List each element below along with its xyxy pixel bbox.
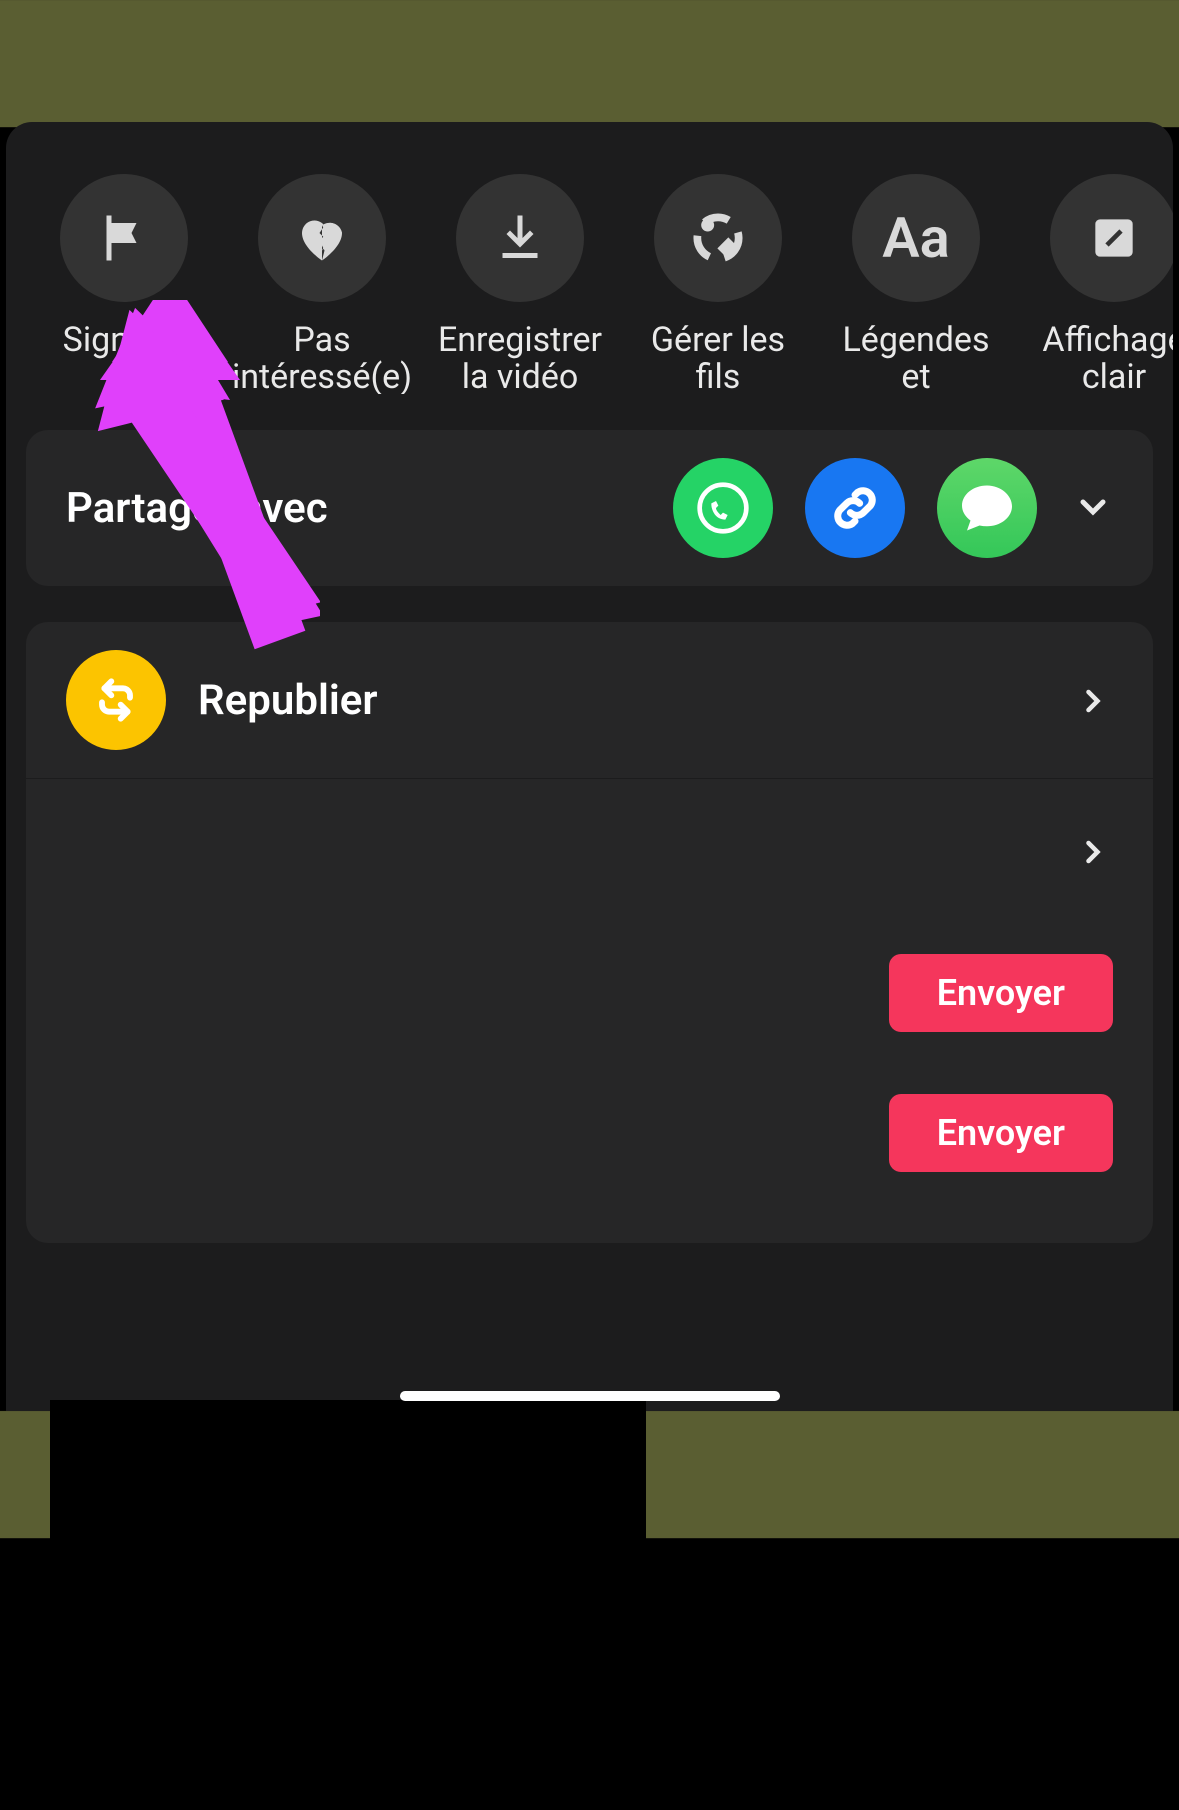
- share-copy-link[interactable]: [805, 458, 905, 558]
- repost-label: Republier: [198, 676, 1073, 725]
- share-title: Partager avec: [66, 484, 641, 533]
- chevron-down-icon: [1073, 487, 1113, 527]
- chevron-right-icon: [1073, 667, 1113, 733]
- action-save-video[interactable]: Enregistrer la vidéo: [440, 174, 600, 394]
- repost-row[interactable]: Republier: [26, 622, 1153, 779]
- preview-row[interactable]: [26, 779, 1153, 923]
- action-label: Affichage clair: [1042, 322, 1173, 394]
- send-button[interactable]: Envoyer: [889, 954, 1113, 1032]
- action-report[interactable]: Signaler: [44, 174, 204, 394]
- chevron-right-icon: [1073, 818, 1113, 884]
- action-row: Signaler Pas intéressé(e) Enregistrer la…: [6, 174, 1173, 394]
- action-not-interested[interactable]: Pas intéressé(e): [242, 174, 402, 394]
- sms-icon: [957, 478, 1017, 538]
- send-card: Republier Envoyer Envoyer: [26, 622, 1153, 1243]
- share-sheet: Signaler Pas intéressé(e) Enregistrer la…: [6, 122, 1173, 1411]
- action-label: Légendes et traductions: [830, 322, 1001, 394]
- whatsapp-icon: [695, 480, 751, 536]
- flag-icon: [60, 174, 188, 302]
- action-label: Gérer les fils d'actualité: [638, 322, 798, 394]
- home-indicator: [400, 1391, 780, 1401]
- captions-icon: Aa: [852, 174, 980, 302]
- video-thumbnail[interactable]: [50, 1400, 646, 1810]
- share-whatsapp[interactable]: [673, 458, 773, 558]
- broken-heart-icon: [258, 174, 386, 302]
- share-sms[interactable]: [937, 458, 1037, 558]
- action-clear-display[interactable]: Affichage clair: [1034, 174, 1173, 394]
- link-icon: [827, 480, 883, 536]
- download-icon: [456, 174, 584, 302]
- share-row: Partager avec: [26, 430, 1153, 586]
- manage-feeds-icon: [654, 174, 782, 302]
- repost-icon: [66, 650, 166, 750]
- expand-share[interactable]: [1073, 475, 1113, 541]
- send-row-1: Envoyer: [26, 923, 1153, 1063]
- share-card: Partager avec: [26, 430, 1153, 586]
- action-manage-feeds[interactable]: Gérer les fils d'actualité: [638, 174, 798, 394]
- send-button[interactable]: Envoyer: [889, 1094, 1113, 1172]
- send-row-2: Envoyer: [26, 1063, 1153, 1203]
- action-label: Pas intéressé(e): [232, 322, 412, 394]
- clear-display-icon: [1050, 174, 1173, 302]
- action-label: Signaler: [63, 322, 186, 394]
- action-captions[interactable]: Aa Légendes et traductions: [836, 174, 996, 394]
- action-label: Enregistrer la vidéo: [438, 322, 602, 394]
